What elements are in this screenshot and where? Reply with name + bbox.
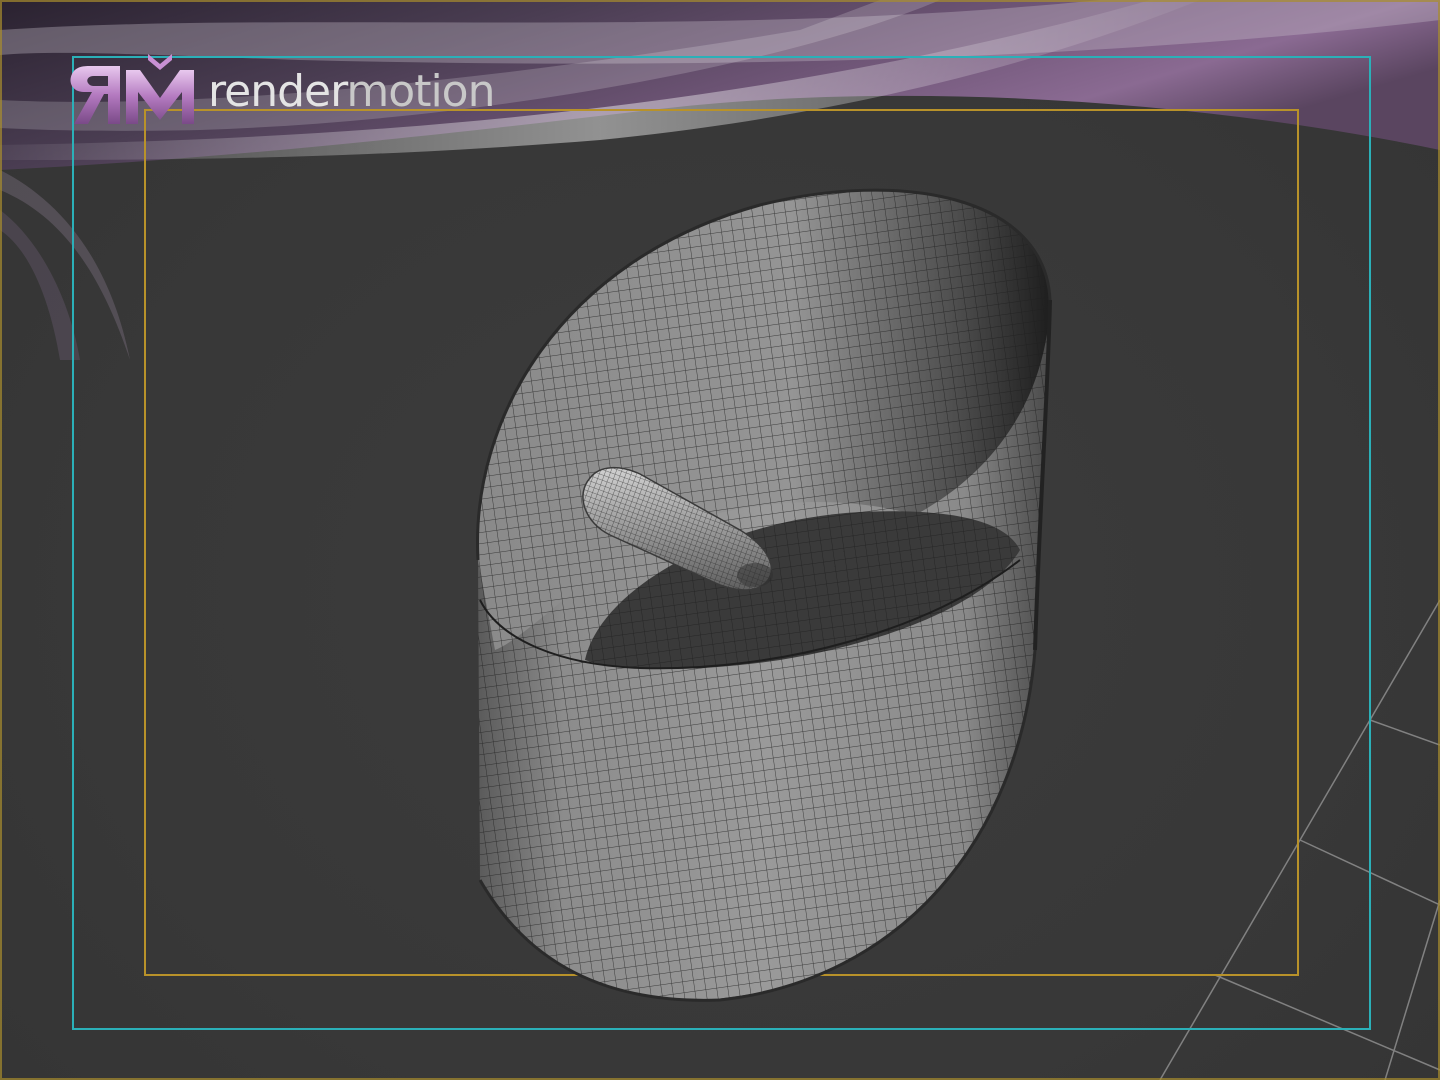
- ground-grid: [1159, 599, 1440, 1080]
- brand-wordmark: rendermotion: [208, 70, 495, 114]
- brand-word-motion: motion: [346, 66, 495, 117]
- oval-band-mesh[interactable]: [460, 170, 1060, 1010]
- brand-word-render: render: [208, 66, 347, 117]
- rm-monogram-icon: [70, 54, 194, 124]
- viewport-canvas[interactable]: [0, 0, 1440, 1080]
- 3d-viewport[interactable]: rendermotion: [0, 0, 1440, 1080]
- rm-logo-mark: [62, 52, 204, 132]
- brand-logo: rendermotion: [62, 52, 495, 132]
